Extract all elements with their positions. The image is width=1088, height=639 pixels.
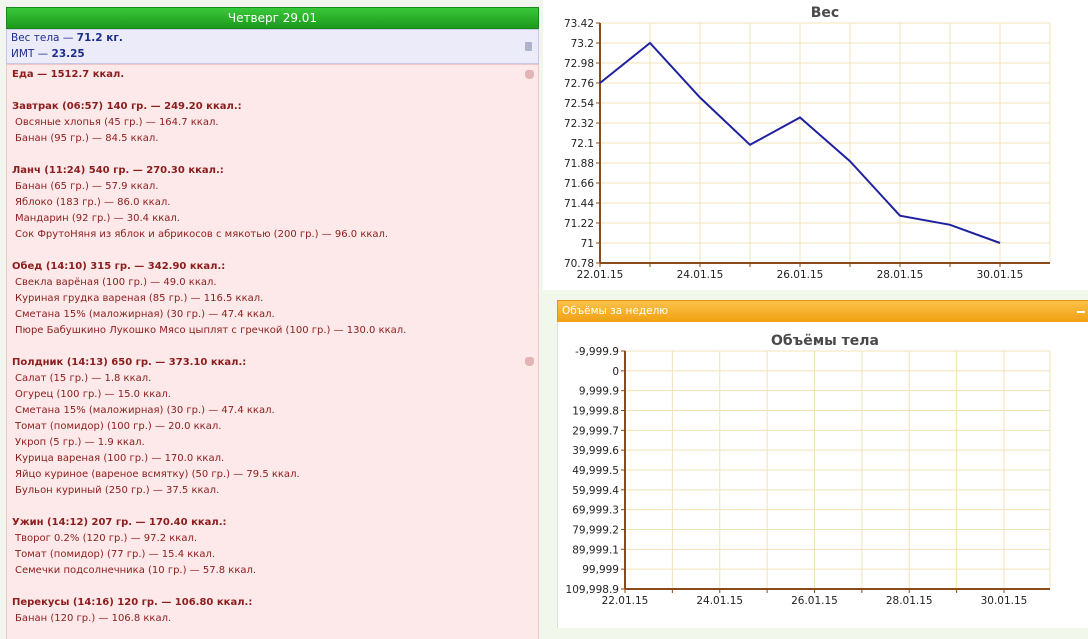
y-tick-label: 71 <box>581 238 594 250</box>
y-tick-label: 9,999.9 <box>579 386 619 398</box>
food-item[interactable]: Мандарин (92 гр.) — 30.4 ккал. <box>15 212 180 225</box>
x-tick-label: 24.01.15 <box>677 269 724 281</box>
day-panel: Четверг 29.01 Вес тела — 71.2 кг. ИМТ — … <box>0 0 541 639</box>
food-item[interactable]: Бульон куриный (250 гр.) — 37.5 ккал. <box>15 484 219 497</box>
food-item[interactable]: Творог 0.2% (120 гр.) — 97.2 ккал. <box>15 532 197 545</box>
x-tick-label: 28.01.15 <box>877 269 924 281</box>
volume-chart: Объёмы тела -9,999.9 0 9,999.9 19,999.8 29,9… <box>566 333 1051 607</box>
y-tick-label: 99,999 <box>582 564 619 576</box>
x-tick-label: 22.01.15 <box>577 269 624 281</box>
meal-heading: Еда — 1512.7 ккал. <box>12 69 125 80</box>
y-tick-label: 73.2 <box>571 38 594 50</box>
meal-heading: Завтрак (06:57) 140 гр. — 249.20 ккал.: <box>12 101 242 112</box>
x-tick-label: 22.01.15 <box>602 595 649 607</box>
day-header[interactable]: Четверг 29.01 <box>6 7 539 29</box>
body-weight-label: Вес тела — <box>11 32 77 44</box>
y-tick-label: 89,999.1 <box>572 544 619 556</box>
meal-heading: Полдник (14:13) 650 гр. — 373.10 ккал.: <box>12 357 247 368</box>
food-item[interactable]: Сметана 15% (маложирная) (30 гр.) — 47.4… <box>15 404 275 417</box>
y-tick-label: 69,999.3 <box>572 505 619 517</box>
hand-icon[interactable] <box>525 357 534 366</box>
body-weight-line: Вес тела — 71.2 кг. <box>11 32 123 44</box>
volume-chart-axes <box>621 350 1050 593</box>
volume-chart-grid <box>624 350 1051 589</box>
volume-chart-title: Объёмы тела <box>771 333 879 349</box>
food-item[interactable]: Банан (95 гр.) — 84.5 ккал. <box>15 132 158 145</box>
bmi-value: 23.25 <box>51 48 85 60</box>
y-tick-label: 71.44 <box>564 198 594 210</box>
y-tick-label: 72.1 <box>571 138 594 150</box>
food-item[interactable]: Банан (65 гр.) — 57.9 ккал. <box>15 180 158 193</box>
y-tick-label: 59,999.4 <box>572 485 619 497</box>
body-weight-value: 71.2 кг. <box>76 32 123 44</box>
y-tick-label: 29,999.7 <box>572 425 619 437</box>
minus-icon[interactable] <box>1077 311 1085 313</box>
x-tick-label: 26.01.15 <box>791 595 838 607</box>
y-tick-label: 19,999.8 <box>572 406 619 418</box>
food-item[interactable]: Пюре Бабушкино Лукошко Мясо цыплят с гре… <box>15 324 406 337</box>
food-item[interactable]: Томат (помидор) (77 гр.) — 15.4 ккал. <box>15 548 215 561</box>
y-tick-label: 71.22 <box>564 218 594 230</box>
meal-heading: Обед (14:10) 315 гр. — 342.90 ккал.: <box>12 261 226 272</box>
weight-chart-title: Вес <box>811 5 839 21</box>
food-item[interactable]: Куриная грудка вареная (85 гр.) — 116.5 … <box>15 292 263 305</box>
meal-heading: Ланч (11:24) 540 гр. — 270.30 ккал.: <box>12 165 224 176</box>
food-item[interactable]: Огурец (100 гр.) — 15.0 ккал. <box>15 388 171 401</box>
food-diary: Еда — 1512.7 ккал. Завтрак (06:57) 140 гр… <box>6 64 539 639</box>
volume-chart-x-ticks: 22.01.15 24.01.15 26.01.15 28.01.15 30.01.15 <box>602 595 1028 607</box>
bmi-label: ИМТ — <box>11 48 52 60</box>
y-tick-label: 71.66 <box>564 178 594 190</box>
food-item[interactable]: Яблоко (183 гр.) — 86.0 ккал. <box>15 196 170 209</box>
food-item[interactable]: Курица вареная (100 гр.) — 170.0 ккал. <box>15 452 224 465</box>
y-tick-label: 0 <box>612 366 619 378</box>
y-tick-label: 72.54 <box>564 98 594 110</box>
food-item[interactable]: Овсяные хлопья (45 гр.) — 164.7 ккал. <box>15 116 219 129</box>
weight-summary: Вес тела — 71.2 кг. ИМТ — 23.25 <box>6 29 539 64</box>
trash-icon[interactable] <box>525 42 532 51</box>
y-tick-label: 72.32 <box>564 118 594 130</box>
food-item[interactable]: Сок ФрутоНяня из яблок и абрикосов с мяк… <box>15 228 388 241</box>
food-item[interactable]: Укроп (5 гр.) — 1.9 ккал. <box>15 436 145 449</box>
food-item[interactable]: Салат (15 гр.) — 1.8 ккал. <box>15 372 151 385</box>
meal-heading: Ужин (14:12) 207 гр. — 170.40 ккал.: <box>12 517 227 528</box>
weight-chart: Вес 73.42 73.2 72.98 72.76 72.54 72.32 72.1 71.… <box>543 0 1088 290</box>
meal-heading: Перекусы (14:16) 120 гр. — 106.80 ккал.: <box>12 597 253 608</box>
y-tick-label: 49,999.5 <box>572 465 619 477</box>
x-tick-label: 24.01.15 <box>696 595 743 607</box>
y-tick-label: 73.42 <box>564 18 594 30</box>
volumes-panel-title: Объёмы за неделю <box>562 305 669 317</box>
food-item[interactable]: Банан (120 гр.) — 106.8 ккал. <box>15 612 171 625</box>
hand-icon[interactable] <box>525 70 534 79</box>
y-tick-label: 71.88 <box>564 158 594 170</box>
food-item[interactable]: Семечки подсолнечника (10 гр.) — 57.8 кк… <box>15 564 256 577</box>
x-tick-label: 28.01.15 <box>886 595 933 607</box>
y-tick-label: -9,999.9 <box>575 346 619 358</box>
x-tick-label: 30.01.15 <box>981 595 1028 607</box>
volume-chart-y-ticks: -9,999.9 0 9,999.9 19,999.8 29,999.7 39,999.6… <box>566 346 620 596</box>
y-tick-label: 39,999.6 <box>572 445 619 457</box>
y-tick-label: 72.76 <box>564 78 594 90</box>
bmi-line: ИМТ — 23.25 <box>11 48 85 60</box>
y-tick-label: 72.98 <box>564 58 594 70</box>
food-item[interactable]: Сметана 15% (маложирная) (30 гр.) — 47.4… <box>15 308 275 321</box>
x-tick-label: 26.01.15 <box>777 269 824 281</box>
food-item[interactable]: Яйцо куриное (вареное всмятку) (50 гр.) … <box>15 468 300 481</box>
y-tick-label: 79,999.2 <box>572 525 619 537</box>
food-item[interactable]: Свекла варёная (100 гр.) — 49.0 ккал. <box>15 276 217 289</box>
food-item[interactable]: Томат (помидор) (100 гр.) — 20.0 ккал. <box>15 420 221 433</box>
x-tick-label: 30.01.15 <box>977 269 1024 281</box>
volumes-panel-header[interactable]: Объёмы за неделю <box>557 300 1088 323</box>
